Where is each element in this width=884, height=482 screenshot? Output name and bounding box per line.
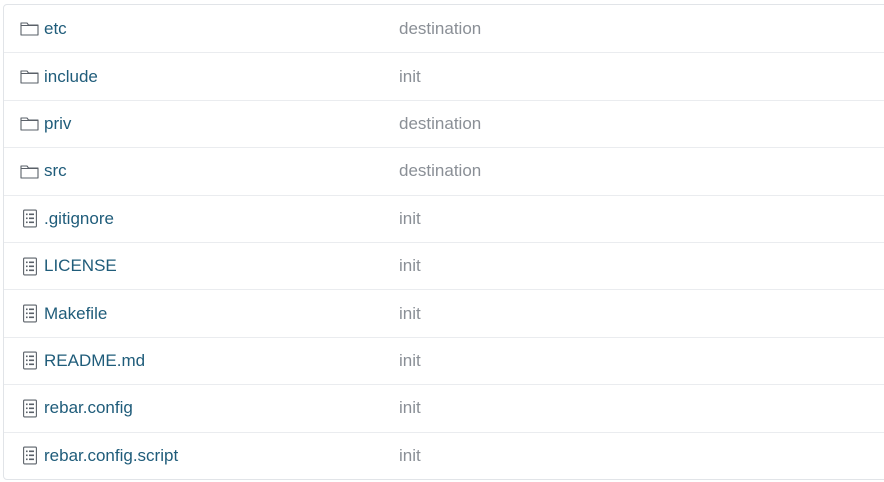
commit-message-link[interactable]: init [399, 351, 421, 371]
file-icon [20, 399, 39, 418]
file-row: priv destination [4, 99, 884, 147]
folder-icon [20, 67, 39, 86]
commit-message-link[interactable]: init [399, 446, 421, 466]
file-icon [20, 209, 39, 228]
file-row: README.md init [4, 336, 884, 384]
folder-icon [20, 114, 39, 133]
folder-icon [20, 19, 39, 38]
file-name-link[interactable]: README.md [44, 351, 145, 371]
commit-message-link[interactable]: destination [399, 161, 481, 181]
commit-message-link[interactable]: init [399, 304, 421, 324]
file-row: etc destination [4, 5, 884, 52]
file-name-link[interactable]: rebar.config [44, 398, 133, 418]
file-name-link[interactable]: priv [44, 114, 71, 134]
file-row: Makefile init [4, 289, 884, 336]
file-name-link[interactable]: etc [44, 19, 67, 39]
file-name-link[interactable]: include [44, 67, 98, 87]
commit-message-link[interactable]: init [399, 398, 421, 418]
commit-message-link[interactable]: destination [399, 19, 481, 39]
commit-message-link[interactable]: init [399, 256, 421, 276]
file-name-link[interactable]: src [44, 161, 67, 181]
file-name-link[interactable]: rebar.config.script [44, 446, 178, 466]
file-name-link[interactable]: Makefile [44, 304, 107, 324]
file-row: include init [4, 52, 884, 99]
file-icon [20, 257, 39, 276]
file-row: rebar.config.script init [4, 431, 884, 479]
file-list: etc destination include init priv destin… [3, 4, 884, 480]
commit-message-link[interactable]: init [399, 209, 421, 229]
file-row: src destination [4, 147, 884, 194]
file-row: LICENSE init [4, 241, 884, 289]
commit-message-link[interactable]: destination [399, 114, 481, 134]
file-icon [20, 351, 39, 370]
file-icon [20, 446, 39, 465]
file-row: rebar.config init [4, 384, 884, 431]
file-icon [20, 304, 39, 323]
file-row: .gitignore init [4, 194, 884, 242]
folder-icon [20, 162, 39, 181]
file-name-link[interactable]: LICENSE [44, 256, 117, 276]
file-name-link[interactable]: .gitignore [44, 209, 114, 229]
commit-message-link[interactable]: init [399, 67, 421, 87]
